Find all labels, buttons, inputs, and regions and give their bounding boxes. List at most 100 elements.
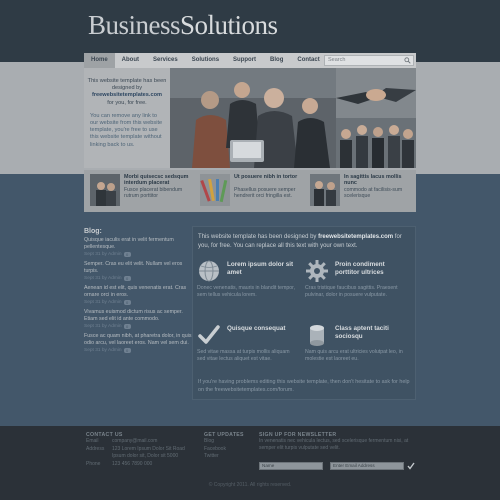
post-text[interactable]: Semper. Cras eu elit velit. Nullam vel e…	[84, 261, 192, 275]
hero-photo-meeting	[170, 68, 336, 168]
nav-home[interactable]: Home	[84, 53, 115, 68]
feature-item[interactable]: In sagittis lacus mollis nunc commodo at…	[306, 172, 414, 210]
post-meta: Sept 31 by Admin 0	[84, 300, 192, 305]
comment-count[interactable]: 0	[123, 324, 131, 329]
updates-link-twitter[interactable]: Twitter	[204, 453, 244, 461]
contact-value: 123 Lorem Ipsum Dolor Sit Road	[112, 445, 185, 452]
blog-post: Quisque iaculis erat in velit fermentum …	[84, 237, 192, 257]
checkmark-submit-icon[interactable]	[407, 462, 415, 470]
globe-icon	[199, 260, 219, 282]
blog-post: Fusce ac quam nibh, at pharetra dolor, i…	[84, 333, 192, 353]
blog-post: Vivamus euismod dictum risus ac semper. …	[84, 309, 192, 329]
service-text: Sed vitae massa at turpis mollis aliquam…	[197, 349, 290, 362]
contact-value[interactable]: company@mail.com	[112, 438, 157, 444]
post-text[interactable]: Aenean id est elit, quis venenatis erat.…	[84, 285, 192, 299]
service-title: Lorem ipsum dolor sit amet	[227, 261, 294, 276]
footer-contact: CONTACT US Email company@mail.com Address…	[86, 432, 185, 468]
post-date: Sept 31 by Admin	[84, 348, 122, 353]
main-content: This website template has been designed …	[192, 226, 416, 400]
nav-about[interactable]: About	[115, 53, 146, 68]
contact-label: Email	[86, 438, 99, 444]
post-text[interactable]: Fusce ac quam nibh, at pharetra dolor, i…	[84, 333, 192, 347]
contact-row: Email company@mail.com	[86, 438, 185, 446]
service-title: Quisque consequat	[227, 325, 286, 332]
search-input[interactable]: Search	[324, 55, 414, 66]
service-text: Donec venenatis, mauris in blandit tempo…	[197, 285, 296, 298]
post-text[interactable]: Quisque iaculis erat in velit fermentum …	[84, 237, 192, 251]
main-footer-text: If you're having problems editing this w…	[198, 379, 410, 393]
feature-text: Phasellus posuere semper hendrerit orci …	[234, 187, 296, 200]
contact-row: Ipsum dolor sit, Dolor sit 5000	[86, 453, 185, 461]
post-meta: Sept 31 by Admin 0	[84, 324, 192, 329]
footer-newsletter: SIGN UP FOR NEWSLETTER In venenatis nec …	[259, 432, 409, 452]
contact-row: Address 123 Lorem Ipsum Dolor Sit Road	[86, 446, 185, 454]
hero-section: This website template has been designed …	[84, 68, 416, 168]
post-date: Sept 31 by Admin	[84, 300, 122, 305]
hero-link[interactable]: freewebsitetemplates.com	[84, 92, 170, 99]
newsletter-name-input[interactable]: Name	[259, 462, 323, 470]
feature-item[interactable]: Morbi quisecsc sedsqum interdum placerat…	[86, 172, 194, 210]
comment-count[interactable]: 0	[123, 300, 131, 305]
gear-icon	[306, 260, 328, 282]
contact-row: Phone 123 456 7890 000	[86, 461, 185, 469]
service-item: Proin condiment porttitor ultrices Cras …	[301, 255, 407, 313]
service-text: Cras tristique faucibus sagittis. Praese…	[305, 285, 398, 298]
search-placeholder: Search	[328, 57, 346, 63]
comment-count[interactable]: 0	[123, 252, 131, 257]
post-text[interactable]: Vivamus euismod dictum risus ac semper. …	[84, 309, 192, 323]
feature-thumb-people	[310, 174, 340, 206]
intro-pre: This website template has been designed …	[198, 234, 317, 240]
post-date: Sept 31 by Admin	[84, 252, 122, 257]
post-meta: Sept 31 by Admin 0	[84, 252, 192, 257]
nav-blog[interactable]: Blog	[263, 53, 290, 68]
footer-band	[0, 426, 500, 500]
copyright: © Copyright 2011. All rights reserved.	[208, 482, 292, 488]
contact-label: Address	[86, 445, 105, 452]
hero-note: You can remove any link to our website f…	[90, 112, 163, 148]
search-icon[interactable]	[404, 57, 411, 64]
logo-part-2: Solutions	[180, 10, 278, 40]
service-item: Quisque consequat Sed vitae massa at tur…	[193, 319, 299, 377]
contact-label: Phone	[86, 460, 101, 467]
comment-count[interactable]: 0	[123, 276, 131, 281]
feature-thumb-meeting	[90, 174, 120, 206]
feature-text: commodo at facilisis-sum scelerisque	[344, 187, 403, 200]
features-strip: Morbi quisecsc sedsqum interdum placerat…	[84, 170, 416, 212]
feature-item[interactable]: Ut posuere nibh in tortor Phasellus posu…	[196, 172, 304, 210]
service-item: Class aptent taciti sociosqu Nam quis ar…	[301, 319, 407, 377]
logo-part-1: Business	[88, 10, 181, 40]
name-placeholder: Name	[262, 463, 275, 468]
service-item: Lorem ipsum dolor sit amet Donec venenat…	[193, 255, 299, 313]
updates-link-facebook[interactable]: Facebook	[204, 446, 244, 454]
service-text: Nam quis arcu erat ultricies volutpat le…	[305, 349, 403, 362]
feature-text: Fusce placerat bibendum rutrum porttitor	[124, 187, 183, 200]
intro-link[interactable]: freewebsitetemplates.com	[318, 234, 393, 240]
blog-title: Blog:	[84, 228, 102, 235]
post-date: Sept 31 by Admin	[84, 276, 122, 281]
newsletter-email-input[interactable]: Enter Email Address	[330, 462, 404, 470]
service-title: Class aptent taciti sociosqu	[335, 325, 389, 340]
site-logo[interactable]: BusinessSolutions	[88, 10, 278, 41]
blog-post: Semper. Cras eu elit velit. Nullam vel e…	[84, 261, 192, 281]
checkmark-icon	[198, 325, 220, 344]
updates-link-blog[interactable]: Blog	[204, 438, 244, 446]
feature-title: Ut posuere nibh in tortor	[234, 174, 298, 180]
nav-contact[interactable]: Contact	[290, 53, 326, 68]
nav-services[interactable]: Services	[146, 53, 185, 68]
cylinder-icon	[310, 325, 324, 346]
feature-title: In sagittis lacus mollis nunc	[344, 174, 402, 187]
blog-sidebar: Blog: Quisque iaculis erat in velit ferm…	[84, 228, 192, 418]
main-nav: Home About Services Solutions Support Bl…	[84, 53, 416, 68]
hero-text: This website template has been designed …	[84, 68, 170, 168]
nav-solutions[interactable]: Solutions	[185, 53, 226, 68]
newsletter-text: In venenatis nec vehicula lectus, sed sc…	[259, 438, 409, 451]
post-meta: Sept 31 by Admin 0	[84, 348, 192, 353]
hero-intro: This website template has been designed …	[87, 78, 167, 92]
hero-intro-2: for you, for free.	[107, 99, 147, 106]
comment-count[interactable]: 0	[123, 348, 131, 353]
contact-value: 123 456 7890 000	[112, 460, 153, 467]
nav-support[interactable]: Support	[226, 53, 263, 68]
feature-title: Morbi quisecsc sedsqum interdum placerat	[124, 174, 189, 187]
feature-thumb-pencils	[200, 174, 230, 206]
main-intro: This website template has been designed …	[198, 233, 410, 250]
